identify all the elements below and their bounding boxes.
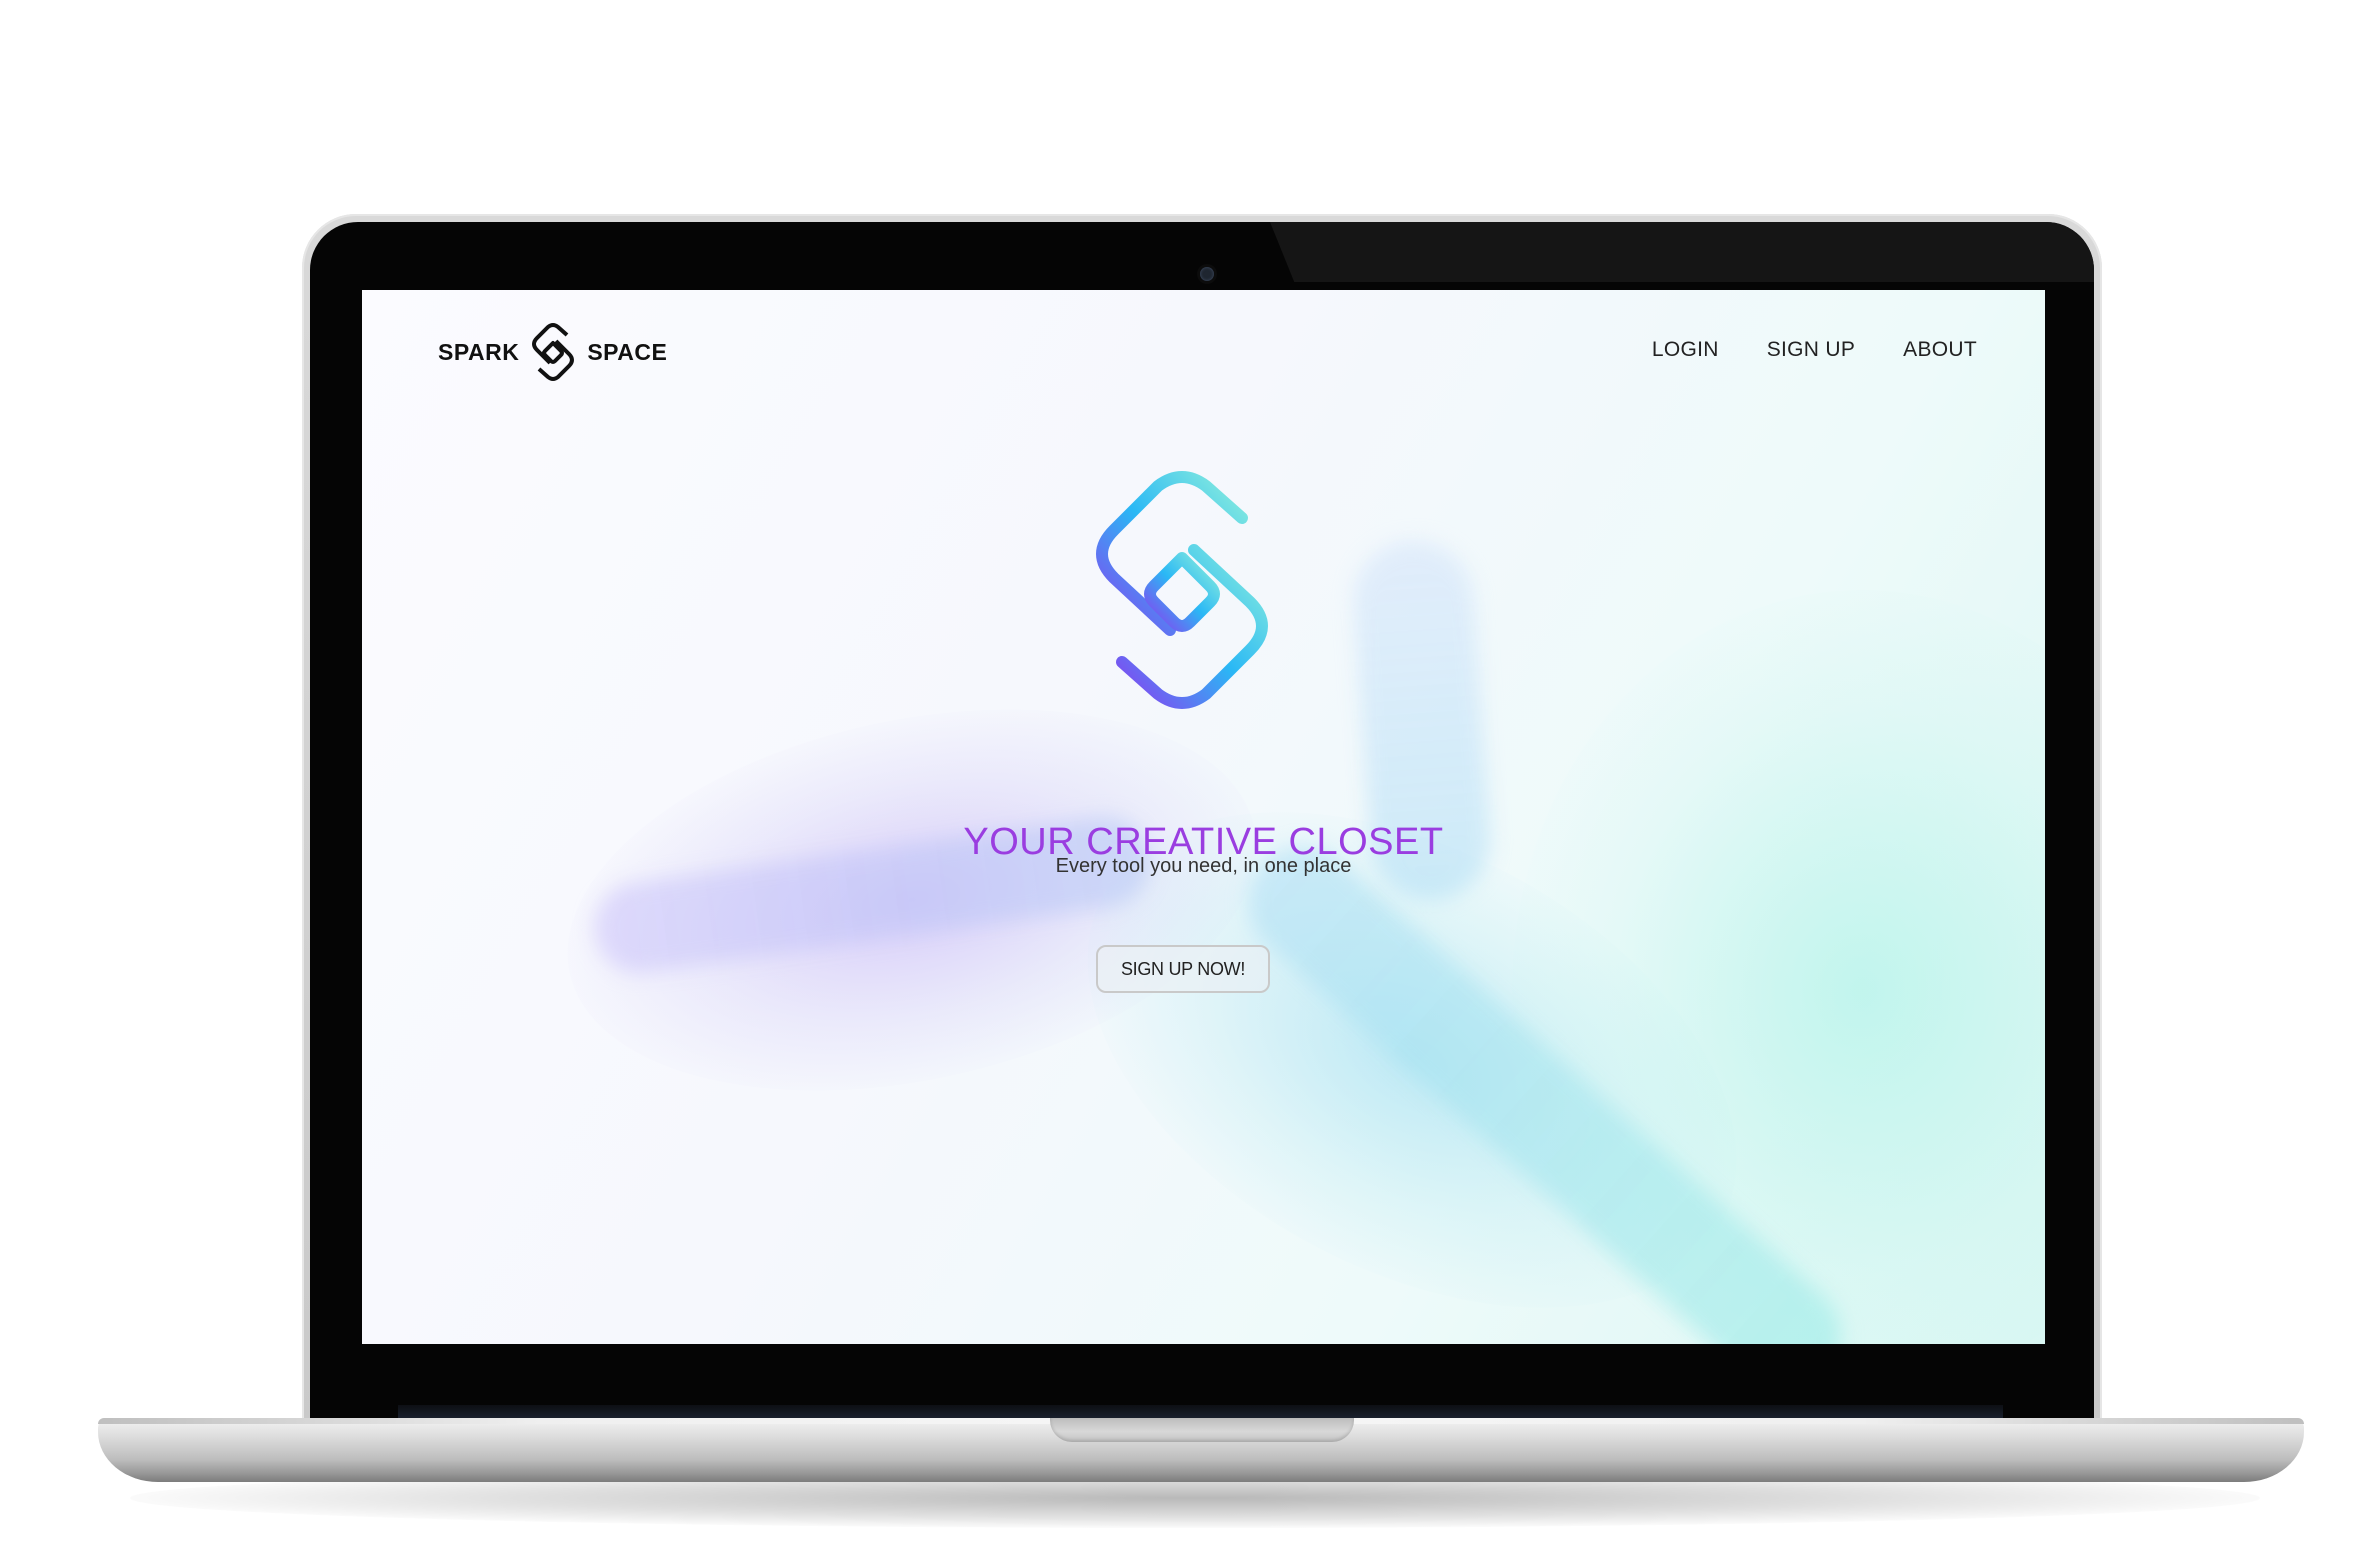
laptop-mockup: SPARK SPACE LOGIN SIGN UP ABOUT YOUR CRE… [0,0,2373,1562]
gradient-s-logo-icon [1096,471,1268,709]
hero-subtitle: Every tool you need, in one place [1055,855,1352,877]
brand-logo-link[interactable]: SPARK SPACE [438,322,667,382]
top-nav: LOGIN SIGN UP ABOUT [1652,338,1977,362]
laptop-thumb-notch [1050,1418,1354,1442]
bezel-glare [1270,222,2094,282]
nav-login-link[interactable]: LOGIN [1652,338,1719,362]
website-screen: SPARK SPACE LOGIN SIGN UP ABOUT YOUR CRE… [362,290,2045,1344]
signup-now-button[interactable]: SIGN UP NOW! [1096,945,1270,993]
brand-left-word: SPARK [438,338,520,365]
brand-right-word: SPACE [587,338,668,365]
webcam-icon [1200,267,1214,281]
nav-about-link[interactable]: ABOUT [1903,338,1977,362]
nav-signup-link[interactable]: SIGN UP [1767,338,1855,362]
spark-space-s-logo-icon [532,323,575,381]
